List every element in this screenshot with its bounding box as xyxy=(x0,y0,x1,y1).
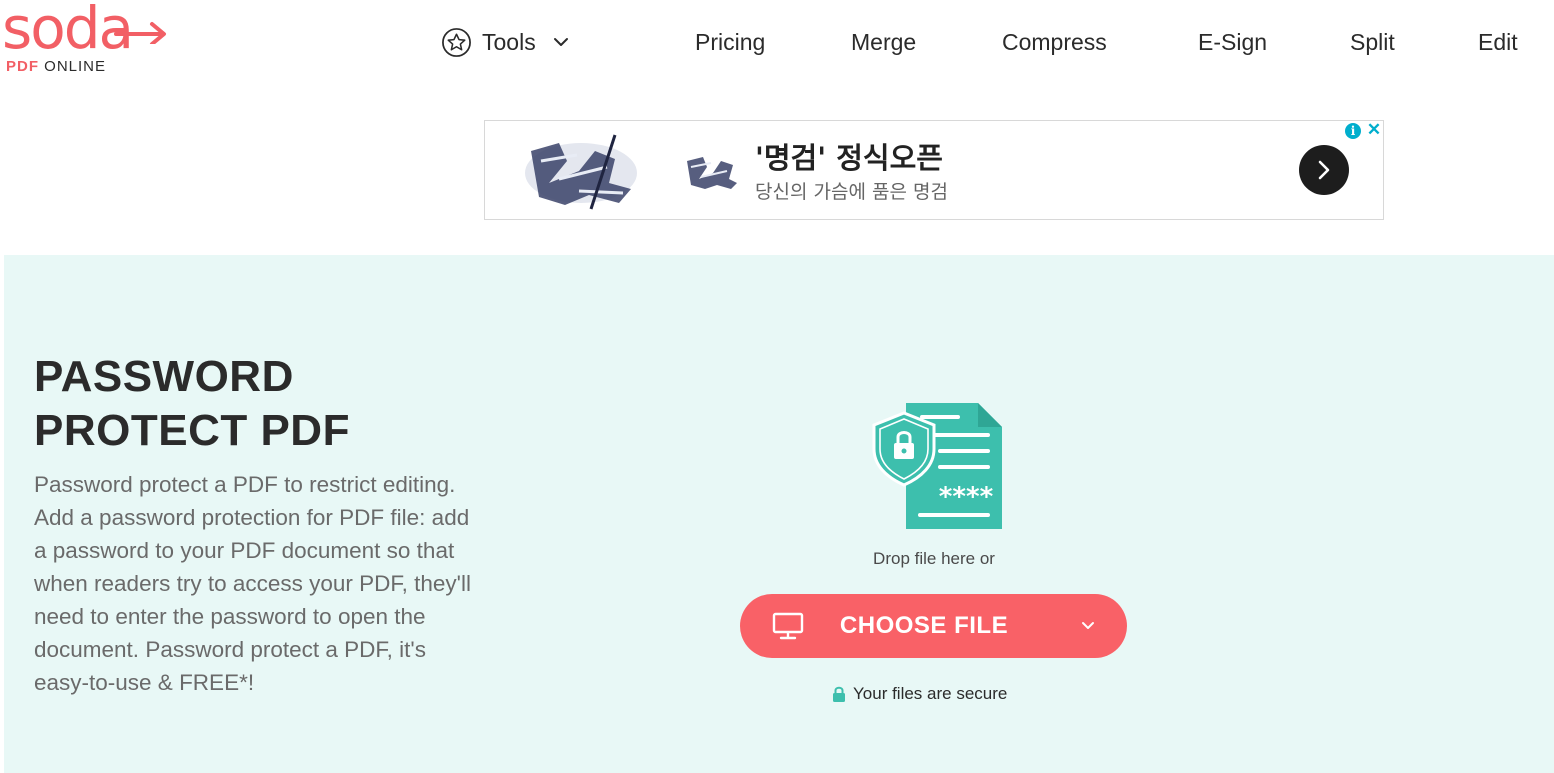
choose-file-label: CHOOSE FILE xyxy=(839,612,1009,639)
svg-text:****: **** xyxy=(939,482,994,512)
chevron-down-icon xyxy=(553,38,568,46)
ad-next-button[interactable] xyxy=(1299,145,1349,195)
title-line-1: PASSWORD xyxy=(34,352,294,401)
nav-pricing-link[interactable]: Pricing xyxy=(695,22,765,62)
secure-text: Your files are secure xyxy=(853,684,1008,703)
game-logo-image xyxy=(525,134,637,210)
nav-merge-link[interactable]: Merge xyxy=(851,22,916,62)
hero-section: PASSWORD PROTECT PDF Password protect a … xyxy=(4,255,1554,773)
nav-compress-link[interactable]: Compress xyxy=(1002,22,1107,62)
chevron-right-icon xyxy=(1318,160,1330,180)
page-description: Password protect a PDF to restrict editi… xyxy=(34,472,471,695)
main-nav: Tools Pricing Merge Compress E-Sign Spli… xyxy=(0,22,1554,62)
site-header: soda PDF ONLINE Tools Pricing Merge Comp… xyxy=(0,0,1554,86)
nav-tools-dropdown[interactable]: Tools xyxy=(441,22,570,62)
nav-edit-link[interactable]: Edit xyxy=(1478,22,1518,62)
nav-esign-link[interactable]: E-Sign xyxy=(1198,22,1267,62)
ad-info-icon[interactable]: i xyxy=(1345,123,1361,139)
secure-files-note: Your files are secure xyxy=(832,683,1007,705)
chevron-down-icon[interactable] xyxy=(1080,618,1096,634)
ad-close-icon[interactable]: ✕ xyxy=(1365,121,1383,139)
nav-split-link[interactable]: Split xyxy=(1350,22,1395,62)
page-title: PASSWORD PROTECT PDF xyxy=(34,350,454,458)
ad-title[interactable]: '명검' 정식오픈 xyxy=(755,135,943,177)
title-line-2: PROTECT PDF xyxy=(34,406,350,455)
password-document-icon: **** xyxy=(872,403,1002,529)
choose-file-button[interactable]: CHOOSE FILE xyxy=(740,594,1127,658)
lock-icon xyxy=(833,686,845,702)
nav-tools-label: Tools xyxy=(482,29,536,55)
star-icon xyxy=(442,27,471,57)
game-logo-thumb xyxy=(687,157,737,189)
ad-subtitle: 당신의 가슴에 품은 명검 xyxy=(755,181,948,203)
drop-file-text[interactable]: Drop file here or xyxy=(704,549,1164,569)
ad-banner[interactable]: '명검' 정식오픈 당신의 가슴에 품은 명검 i ✕ xyxy=(484,120,1384,220)
